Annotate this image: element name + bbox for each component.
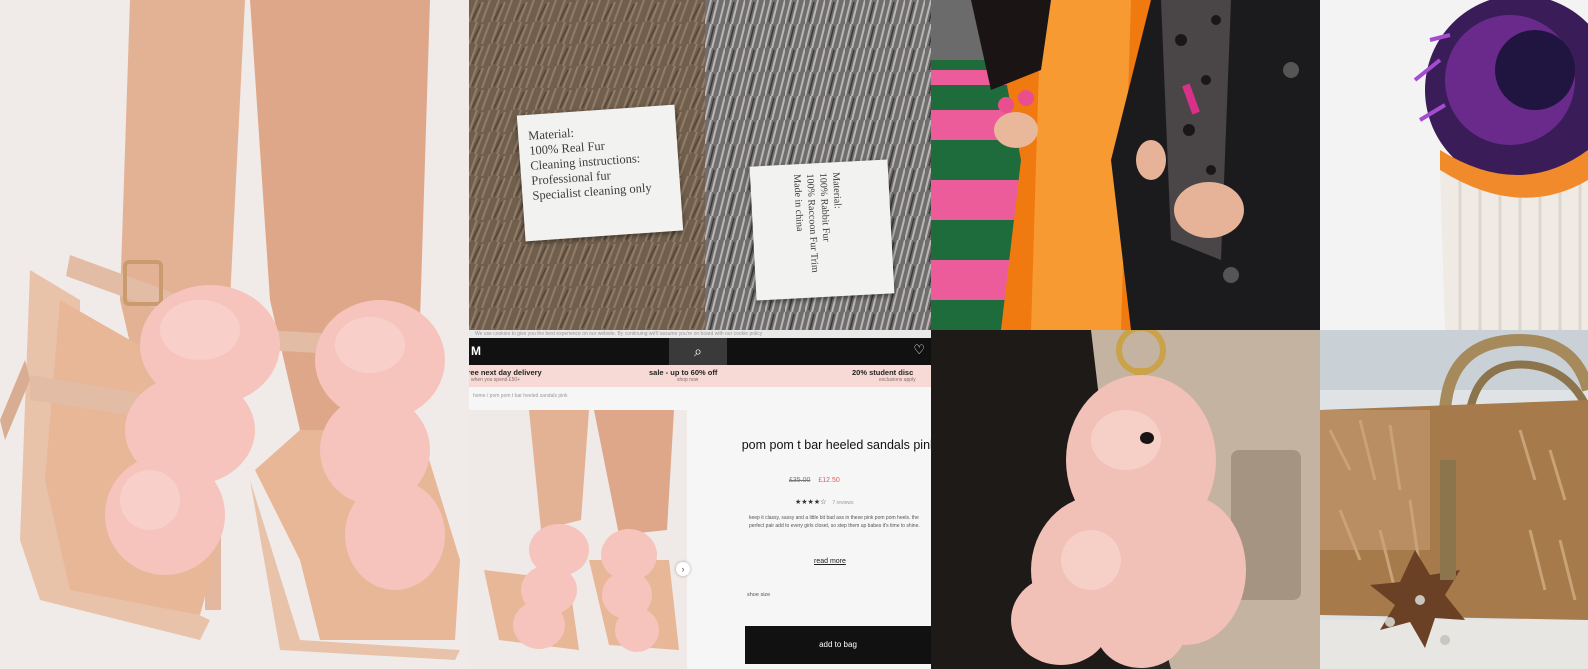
star-rating-icon: ★★★★☆ <box>795 499 827 506</box>
fur-bunny-keychain-photo <box>931 330 1320 669</box>
next-image-arrow-icon[interactable]: › <box>676 562 690 576</box>
breadcrumb[interactable]: home / pom pom t bar heeled sandals pink <box>473 393 568 399</box>
product-rating[interactable]: ★★★★☆ 7 reviews <box>795 498 853 506</box>
street-style-fur-scarf-photo <box>931 0 1320 330</box>
product-image[interactable] <box>469 410 687 669</box>
promo-delivery-sub: when you spend £50+ <box>471 377 521 383</box>
shop-navbar: M ⌕ ♡ <box>469 338 931 365</box>
shoe-size-label: shoe size <box>747 592 771 598</box>
fur-pom-pom-hat-photo <box>1320 0 1588 330</box>
promo-sale[interactable]: sale - up to 60% off <box>649 368 717 377</box>
promo-student-sub: exclusions apply <box>879 377 916 383</box>
care-label-one: Material: 100% Real Fur Cleaning instruc… <box>516 104 684 242</box>
read-more-link[interactable]: read more <box>814 558 846 565</box>
product-description: keep it classy, sassy and a little bit b… <box>749 515 920 529</box>
promo-student[interactable]: 20% student disc <box>852 368 913 377</box>
cookie-banner: We use cookies to give you the best expe… <box>469 330 931 338</box>
product-title: pom pom t bar heeled sandals pink <box>741 438 931 452</box>
promo-bar: free next day delivery when you spend £5… <box>469 365 931 387</box>
fur-care-label-photo-two: Material: 100% Rabbit Fur 100% Raccoon F… <box>705 0 931 330</box>
shop-logo[interactable]: M <box>471 344 481 358</box>
review-count: 7 reviews <box>832 500 854 506</box>
fur-care-label-photo-one: Material: 100% Real Fur Cleaning instruc… <box>469 0 705 330</box>
care-label-two: Material: 100% Rabbit Fur 100% Raccoon F… <box>749 159 895 301</box>
fur-handbag-photo <box>1320 330 1588 669</box>
search-icon[interactable]: ⌕ <box>669 338 727 365</box>
pom-pom-sandals-photo <box>0 0 469 669</box>
heart-icon[interactable]: ♡ <box>913 342 925 358</box>
promo-delivery[interactable]: free next day delivery <box>469 368 542 377</box>
add-to-bag-button[interactable]: add to bag <box>745 626 931 664</box>
product-price: £35.00 £12.50 <box>789 477 840 484</box>
promo-sale-sub: shop now <box>677 377 699 383</box>
product-page-screenshot: We use cookies to give you the best expe… <box>469 330 931 669</box>
sale-price: £12.50 <box>818 477 840 484</box>
original-price: £35.00 <box>789 477 811 484</box>
